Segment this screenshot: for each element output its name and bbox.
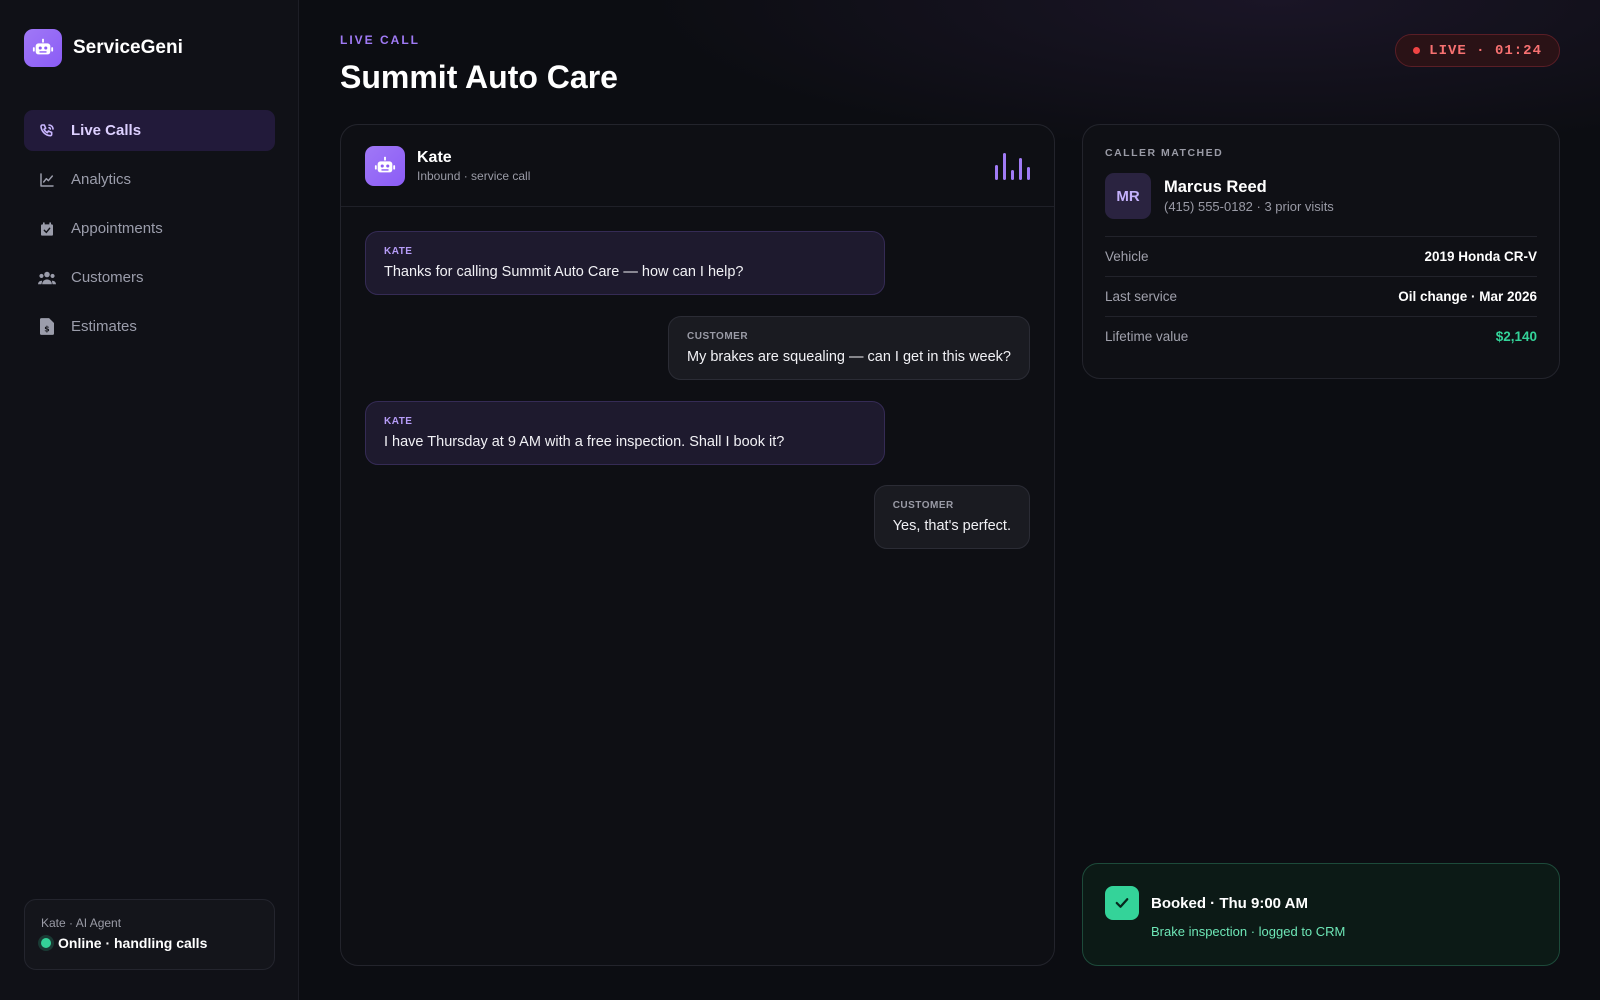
sidebar-item-label: Customers [71,269,144,286]
check-icon [1105,886,1139,920]
detail-label: Last service [1105,289,1178,304]
detail-value: 2019 Honda CR-V [1424,249,1537,264]
line-chart-icon [38,171,56,189]
robot-icon [365,145,405,186]
message-text: Yes, that's perfect. [892,518,1011,534]
caller-name: Marcus Reed [1164,178,1267,196]
detail-label: Vehicle [1105,249,1149,264]
message-role: KATE [384,246,413,257]
sidebar-nav: Live Calls Analytics Appointments Custom… [24,110,275,355]
brand-name: ServiceGeni [73,37,183,58]
detail-value: Oil change · Mar 2026 [1398,289,1537,304]
message-role: CUSTOMER [892,500,954,511]
call-header: Kate Inbound · service call [341,125,1054,207]
caller-details: Vehicle 2019 Honda CR-V Last service Oil… [1105,236,1537,356]
detail-value: $2,140 [1495,329,1537,344]
booking-confirmation-card: Booked · Thu 9:00 AM Brake inspection · … [1082,863,1560,966]
users-icon [38,269,56,287]
call-transcript-panel: Kate Inbound · service call KATE Thanks … [340,124,1055,966]
live-status-badge: LIVE · 01:24 [1395,34,1560,67]
message-text: My brakes are squealing — can I get in t… [687,349,1011,365]
phone-icon [38,122,56,140]
detail-row-lifetime-value: Lifetime value $2,140 [1105,316,1537,356]
online-indicator-icon [41,938,51,948]
invoice-icon: $ [38,318,56,336]
detail-row-vehicle: Vehicle 2019 Honda CR-V [1105,236,1537,276]
message-role: KATE [384,416,413,427]
message-role: CUSTOMER [687,331,749,342]
page-title: Summit Auto Care [340,59,618,95]
sidebar-item-appointments[interactable]: Appointments [24,208,275,249]
robot-icon [24,29,62,67]
caller-eyebrow: CALLER MATCHED [1105,147,1224,159]
sidebar-item-label: Live Calls [71,122,142,139]
sidebar-item-analytics[interactable]: Analytics [24,159,275,200]
live-status-text: LIVE · 01:24 [1429,42,1542,59]
sidebar-item-label: Appointments [71,220,163,237]
sidebar-item-live-calls[interactable]: Live Calls [24,110,275,151]
booking-title: Booked · Thu 9:00 AM [1151,894,1308,912]
svg-text:$: $ [44,324,49,333]
sidebar: ServiceGeni Live Calls Analytics Appoint… [0,0,299,1000]
agent-status-card: Kate · AI Agent Online · handling calls [24,899,275,970]
caller-profile[interactable]: MR Marcus Reed (415) 555-0182 · 3 prior … [1105,173,1537,219]
caller-matched-card: CALLER MATCHED MR Marcus Reed (415) 555-… [1082,124,1560,379]
message-text: I have Thursday at 9 AM with a free insp… [384,434,785,450]
message-bubble-customer: CUSTOMER Yes, that's perfect. [873,485,1030,549]
detail-label: Lifetime value [1105,329,1189,344]
agent-status: Online · handling calls [41,935,258,951]
agent-status-text: Online · handling calls [58,935,208,951]
message-bubble-agent: KATE I have Thursday at 9 AM with a free… [365,401,885,465]
sidebar-item-label: Estimates [71,318,137,335]
avatar: MR [1105,173,1151,219]
caller-subtitle: (415) 555-0182 · 3 prior visits [1164,199,1334,214]
message-text: Thanks for calling Summit Auto Care — ho… [384,264,744,280]
sidebar-item-customers[interactable]: Customers [24,257,275,298]
detail-row-last-service: Last service Oil change · Mar 2026 [1105,276,1537,316]
call-subtitle: Inbound · service call [417,168,531,183]
calendar-check-icon [38,220,56,238]
call-agent-name: Kate [417,148,452,166]
main-content: LIVE CALL Summit Auto Care LIVE · 01:24 … [299,0,1600,1000]
brand[interactable]: ServiceGeni [24,29,183,67]
message-bubble-agent: KATE Thanks for calling Summit Auto Care… [365,231,885,295]
agent-label: Kate · AI Agent [41,916,122,930]
sidebar-item-estimates[interactable]: $ Estimates [24,306,275,347]
page-eyebrow: LIVE CALL [340,33,420,47]
audio-waveform-icon [995,153,1030,180]
sidebar-item-label: Analytics [71,171,132,188]
live-dot-icon [1413,47,1421,54]
message-bubble-customer: CUSTOMER My brakes are squealing — can I… [668,316,1030,380]
booking-subtitle: Brake inspection · logged to CRM [1151,924,1346,939]
